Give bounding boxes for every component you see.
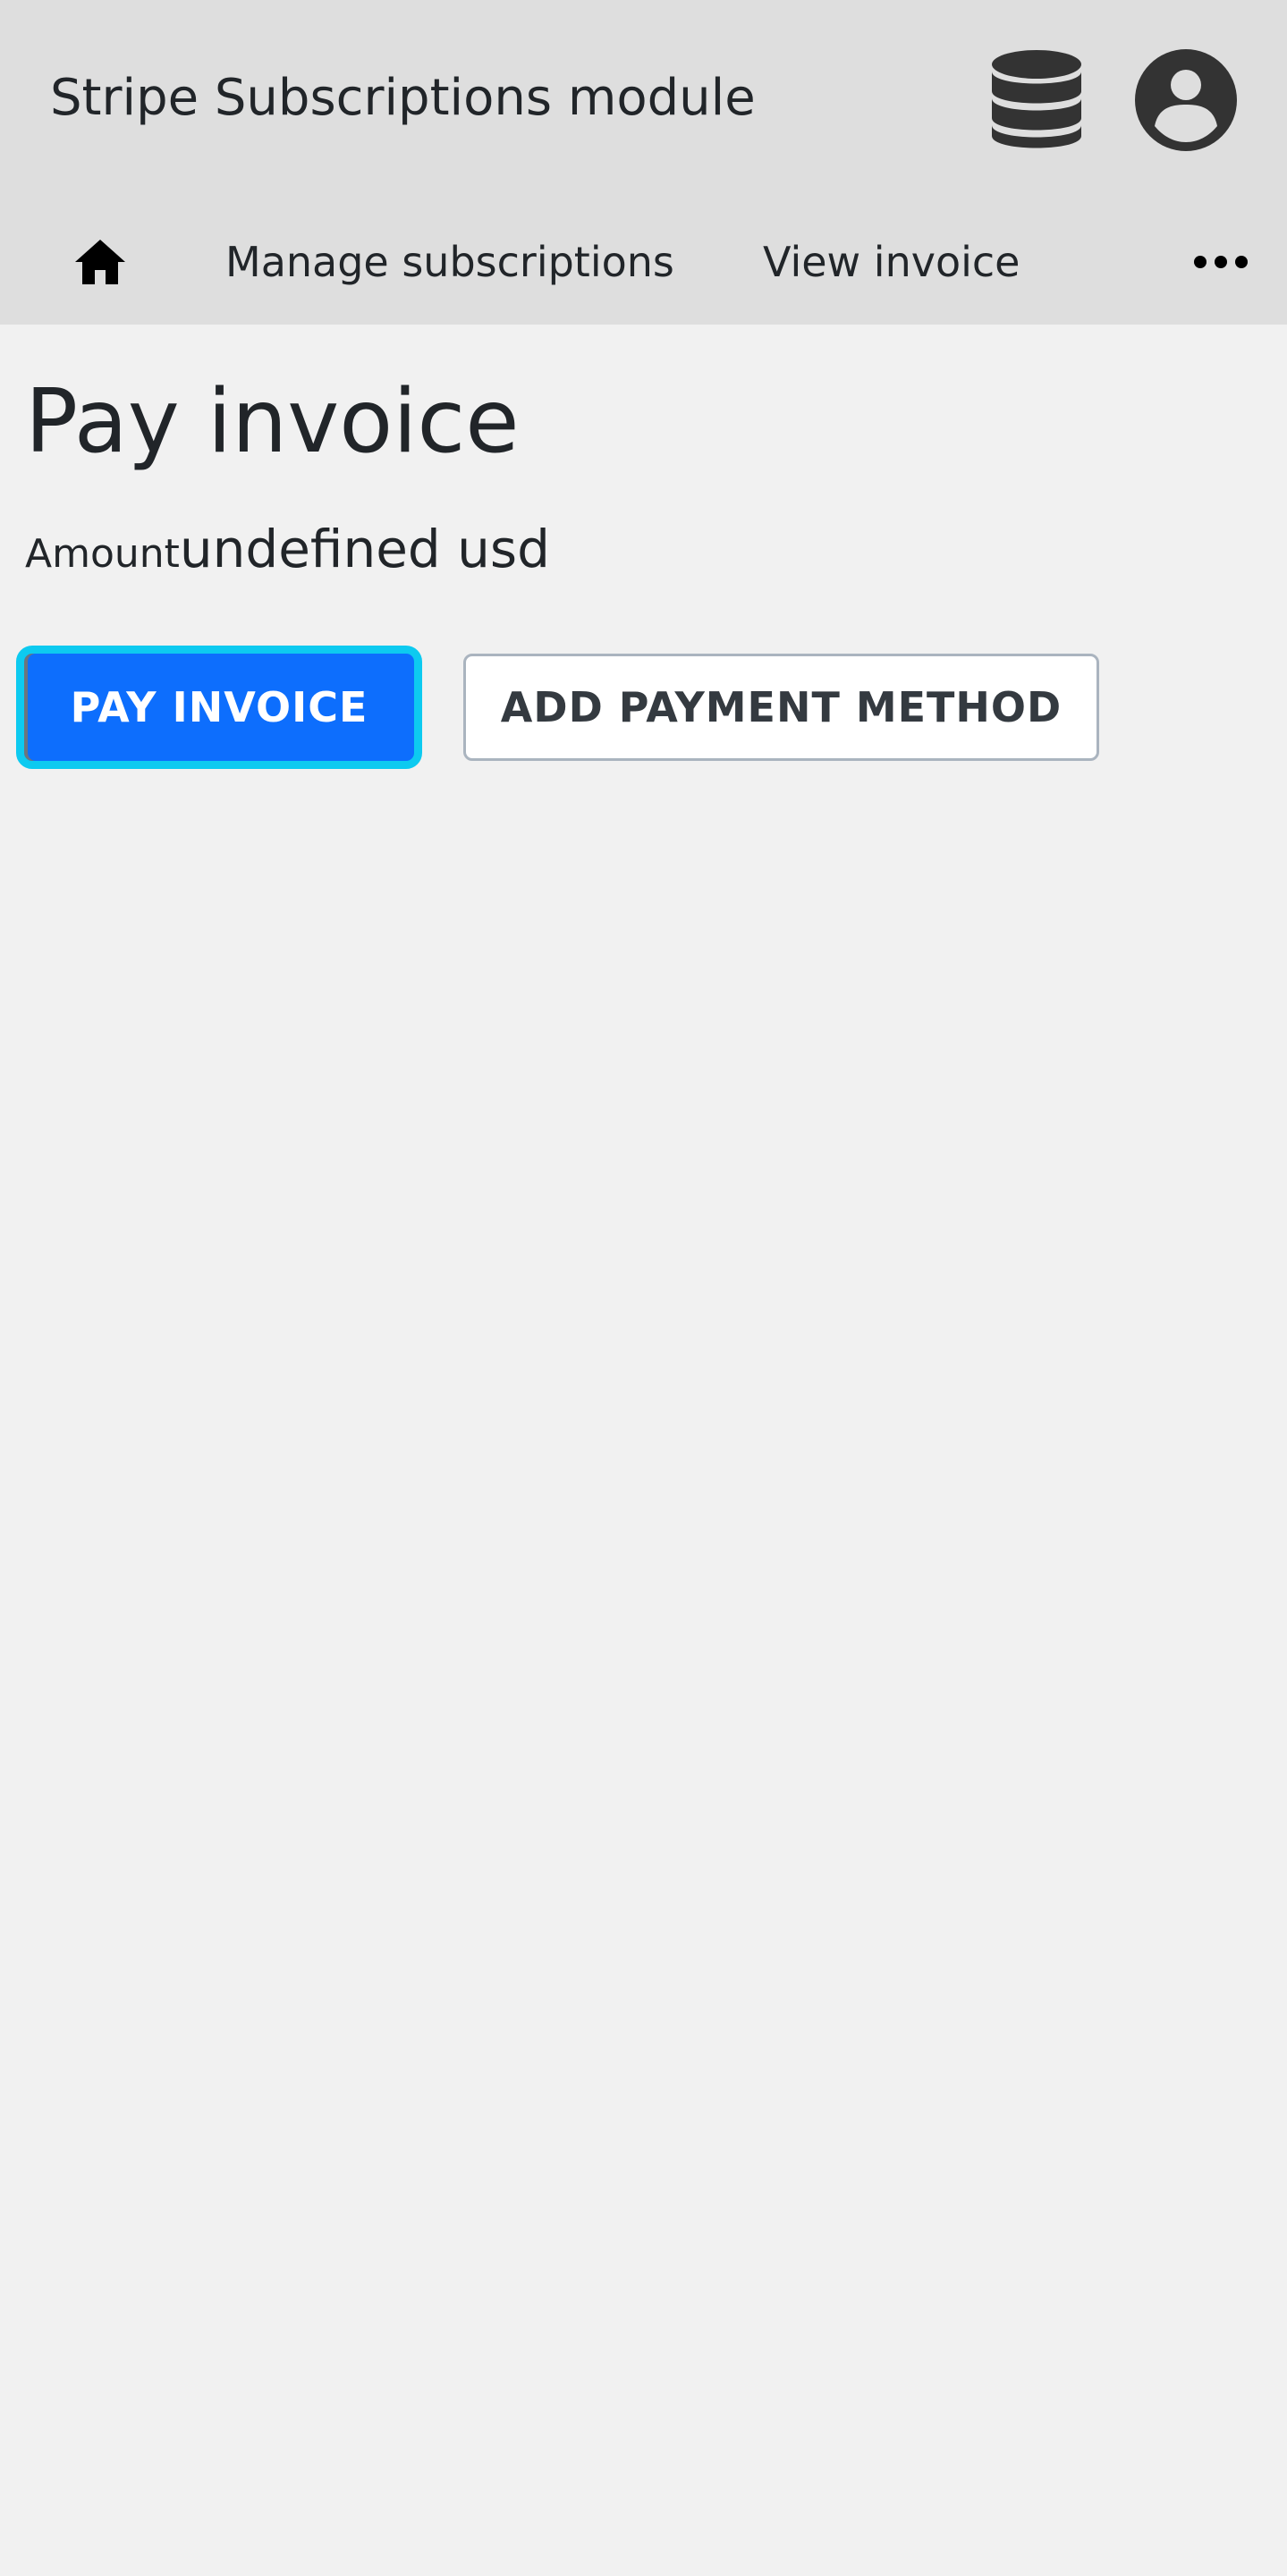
pay-invoice-button[interactable]: PAY INVOICE [16,646,422,769]
nav-home-button[interactable] [63,230,138,294]
amount-value: undefined usd [179,519,550,579]
add-payment-method-button[interactable]: ADD PAYMENT METHOD [463,654,1099,761]
amount-label: Amount [25,531,180,577]
nav-bar: Manage subscriptions View invoice [0,198,1287,325]
app-header: Stripe Subscriptions module [0,0,1287,198]
nav-item-view-invoice[interactable]: View invoice [763,230,1020,294]
database-button[interactable] [984,45,1089,156]
nav-item-manage-subscriptions[interactable]: Manage subscriptions [225,230,674,294]
page-title: Pay invoice [25,371,520,473]
home-icon [75,240,125,284]
database-icon [992,50,1081,148]
amount-row: Amountundefined usd [25,515,550,588]
more-horizontal-icon [1194,256,1248,268]
account-button[interactable] [1132,45,1240,156]
account-circle-icon [1135,49,1237,151]
nav-more-button[interactable] [1181,230,1261,294]
app-title: Stripe Subscriptions module [50,69,756,127]
